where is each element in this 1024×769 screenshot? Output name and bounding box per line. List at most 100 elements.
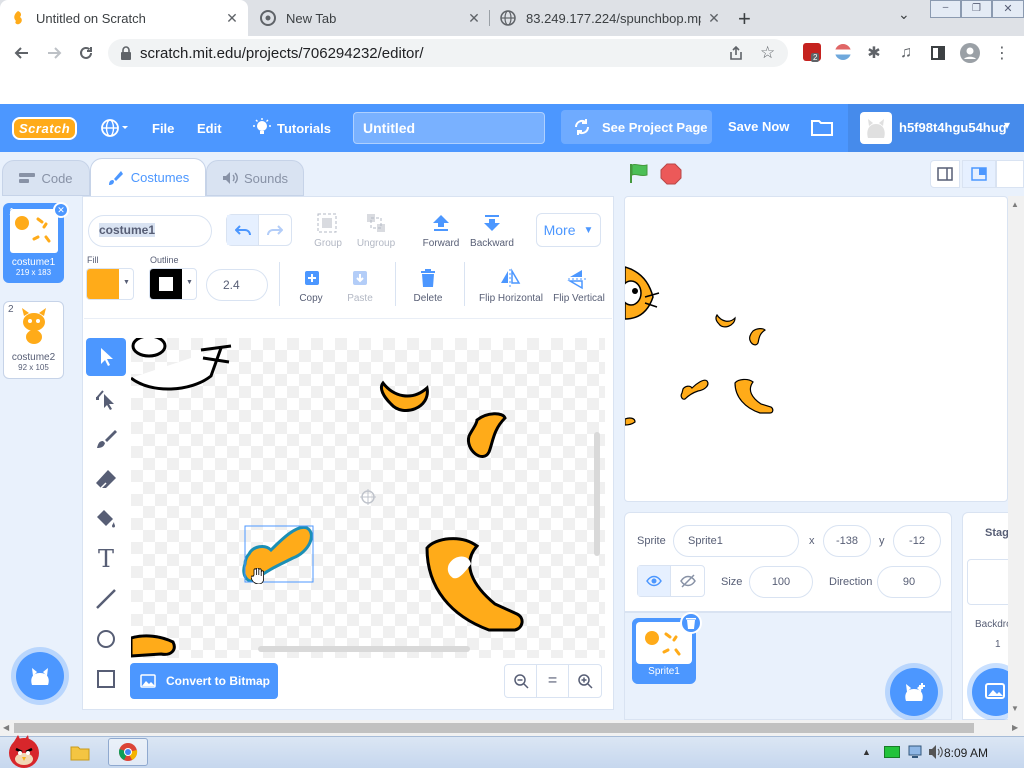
language-globe-icon[interactable] bbox=[100, 104, 128, 152]
forward-arrow-icon[interactable] bbox=[430, 213, 452, 233]
costume-name-input[interactable]: costume1 bbox=[88, 215, 212, 247]
ublock-extension-icon[interactable]: 2 bbox=[803, 43, 821, 62]
zoom-reset-icon[interactable]: = bbox=[537, 665, 569, 697]
bookmark-star-icon[interactable]: ☆ bbox=[760, 43, 775, 63]
paint-canvas[interactable] bbox=[131, 338, 605, 658]
share-icon[interactable] bbox=[728, 45, 744, 61]
circle-tool[interactable] bbox=[86, 620, 126, 658]
tab-search-chevron-icon[interactable]: ⌄ bbox=[898, 6, 910, 23]
redo-icon[interactable] bbox=[259, 215, 291, 245]
outline-color-picker[interactable]: ▼ bbox=[149, 268, 197, 300]
address-bar[interactable]: scratch.mit.edu/projects/706294232/edito… bbox=[108, 39, 788, 67]
tab-code[interactable]: Code bbox=[2, 160, 90, 196]
line-tool[interactable] bbox=[86, 580, 126, 618]
flip-horizontal-icon[interactable] bbox=[499, 268, 521, 288]
tab-costumes[interactable]: Costumes bbox=[90, 158, 206, 196]
fill-tool[interactable] bbox=[86, 500, 126, 538]
x-position-input[interactable]: -138 bbox=[823, 525, 871, 557]
account-menu[interactable]: h5f98t4hgu54hug ▾ bbox=[848, 104, 1024, 152]
minimize-icon[interactable]: ‒ bbox=[930, 0, 961, 18]
close-tab-icon[interactable]: ✕ bbox=[224, 10, 240, 26]
direction-input[interactable]: 90 bbox=[877, 566, 941, 598]
small-stage-icon[interactable] bbox=[930, 160, 960, 188]
close-window-icon[interactable]: ✕ bbox=[992, 0, 1024, 18]
costume-tile-1[interactable]: 1 costume1 219 x 183 ✕ bbox=[3, 202, 69, 283]
orange-shape-corner[interactable] bbox=[131, 634, 176, 658]
more-dropdown-button[interactable]: More ▼ bbox=[536, 213, 601, 247]
puzzle-extensions-icon[interactable]: ✱ bbox=[862, 41, 886, 65]
restore-icon[interactable]: ❐ bbox=[961, 0, 992, 18]
close-tab-icon[interactable]: ✕ bbox=[466, 10, 482, 26]
costume-tile-2[interactable]: 2 costume2 92 x 105 bbox=[3, 301, 64, 379]
orange-shape-right[interactable] bbox=[466, 412, 507, 459]
see-project-page-button[interactable]: See Project Page bbox=[561, 110, 712, 144]
size-input[interactable]: 100 bbox=[749, 566, 813, 598]
edit-menu[interactable]: Edit bbox=[197, 104, 222, 152]
project-title-input[interactable]: Untitled bbox=[353, 112, 545, 144]
rectangle-tool[interactable] bbox=[86, 660, 126, 698]
orange-shape-top[interactable] bbox=[379, 380, 429, 413]
browser-tab-newtab[interactable]: New Tab ✕ bbox=[250, 0, 490, 36]
save-now-button[interactable]: Save Now bbox=[728, 119, 789, 134]
convert-to-bitmap-button[interactable]: Convert to Bitmap bbox=[130, 663, 278, 699]
sprite-name-input[interactable]: Sprite1 bbox=[673, 525, 799, 557]
eraser-tool[interactable] bbox=[86, 460, 126, 498]
hide-eye-icon[interactable] bbox=[671, 566, 704, 596]
delete-sprite-icon[interactable] bbox=[680, 612, 702, 634]
angry-bird-start-icon[interactable] bbox=[2, 731, 46, 769]
tray-arrow-icon[interactable]: ▲ bbox=[862, 747, 871, 757]
profile-avatar-icon[interactable] bbox=[958, 41, 982, 65]
tab-sounds[interactable]: Sounds bbox=[206, 160, 304, 196]
choose-sprite-button[interactable] bbox=[890, 668, 938, 716]
trash-icon[interactable] bbox=[418, 268, 438, 288]
scroll-down-icon[interactable]: ▼ bbox=[1011, 704, 1019, 713]
copy-icon[interactable] bbox=[302, 268, 322, 288]
side-panel-icon[interactable] bbox=[926, 41, 950, 65]
paste-icon[interactable] bbox=[350, 268, 370, 288]
zoom-in-icon[interactable] bbox=[569, 665, 601, 697]
fill-color-picker[interactable]: ▼ bbox=[86, 268, 134, 300]
file-explorer-icon[interactable] bbox=[70, 743, 90, 761]
page-vertical-scrollbar[interactable]: ▲ ▼ bbox=[1008, 196, 1024, 720]
battery-icon[interactable] bbox=[884, 746, 900, 758]
fullscreen-icon[interactable] bbox=[996, 160, 1024, 188]
normal-stage-icon[interactable] bbox=[962, 160, 996, 188]
new-tab-plus-icon[interactable]: + bbox=[738, 6, 751, 32]
backward-arrow-icon[interactable] bbox=[481, 213, 503, 233]
tutorials-menu[interactable]: Tutorials bbox=[253, 104, 331, 152]
undo-icon[interactable] bbox=[227, 215, 260, 245]
outline-width-input[interactable]: 2.4 bbox=[206, 269, 268, 301]
reload-icon[interactable] bbox=[74, 41, 98, 65]
media-control-icon[interactable]: ♫ bbox=[894, 41, 918, 65]
horizontal-scroll-thumb[interactable] bbox=[14, 723, 974, 733]
network-icon[interactable] bbox=[908, 745, 924, 759]
stage-canvas[interactable] bbox=[624, 196, 1008, 502]
close-tab-icon[interactable]: ✕ bbox=[706, 10, 722, 26]
green-flag-icon[interactable] bbox=[628, 162, 650, 184]
zoom-out-icon[interactable] bbox=[505, 665, 538, 697]
y-position-input[interactable]: -12 bbox=[893, 525, 941, 557]
my-stuff-folder-icon[interactable] bbox=[811, 118, 833, 136]
scroll-up-icon[interactable]: ▲ bbox=[1011, 200, 1019, 209]
file-menu[interactable]: File bbox=[152, 104, 174, 152]
brush-tool[interactable] bbox=[86, 420, 126, 458]
sprite-tile-sprite1[interactable]: Sprite1 bbox=[632, 612, 702, 684]
flip-vertical-icon[interactable] bbox=[567, 268, 587, 290]
choose-costume-button[interactable] bbox=[16, 652, 64, 700]
flag-extension-icon[interactable] bbox=[835, 44, 851, 60]
chrome-menu-icon[interactable]: ⋮ bbox=[990, 41, 1014, 65]
text-tool[interactable]: T bbox=[86, 540, 126, 578]
orange-shape-large[interactable] bbox=[425, 537, 524, 632]
forward-arrow-icon[interactable] bbox=[42, 41, 66, 65]
reshape-tool[interactable] bbox=[86, 380, 126, 418]
scroll-right-icon[interactable]: ▶ bbox=[1012, 723, 1018, 732]
stop-sign-icon[interactable] bbox=[660, 163, 682, 185]
select-tool[interactable] bbox=[86, 338, 126, 376]
canvas-horizontal-scrollbar[interactable] bbox=[258, 646, 470, 652]
browser-tab-scratch[interactable]: Untitled on Scratch ✕ bbox=[0, 0, 248, 36]
ungroup-icon[interactable] bbox=[365, 212, 387, 234]
scratch-logo[interactable]: Scratch bbox=[12, 104, 78, 152]
back-arrow-icon[interactable] bbox=[10, 41, 34, 65]
group-icon[interactable] bbox=[316, 212, 338, 234]
delete-costume-icon[interactable]: ✕ bbox=[53, 202, 69, 218]
